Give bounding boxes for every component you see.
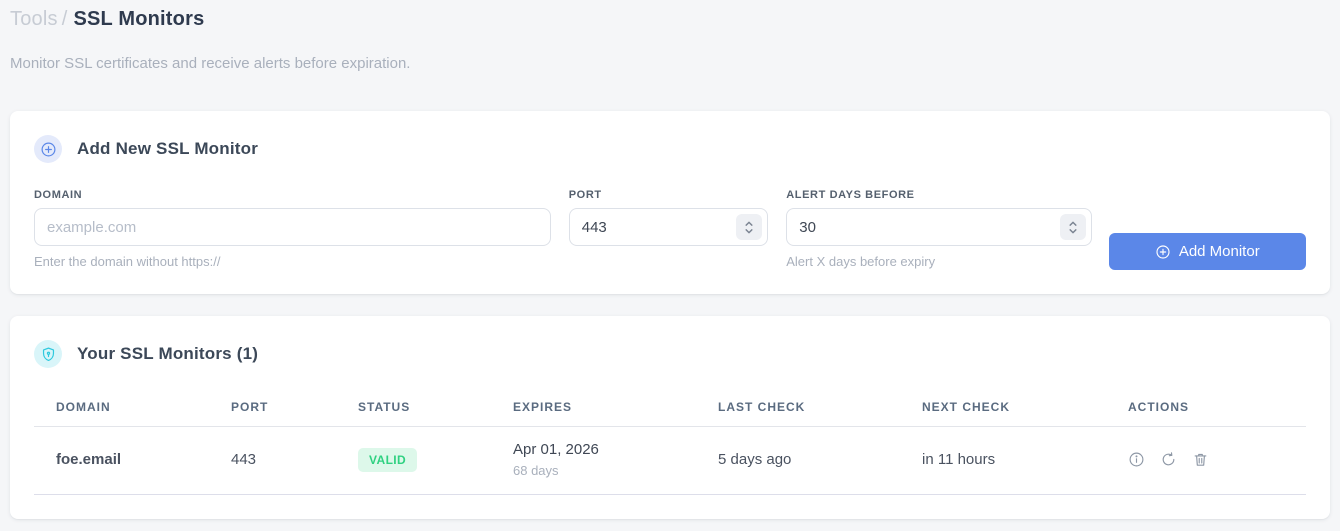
breadcrumb-tools-link[interactable]: Tools bbox=[10, 8, 58, 30]
header-domain: DOMAIN bbox=[34, 392, 209, 427]
header-status: STATUS bbox=[336, 392, 491, 427]
add-monitor-form: DOMAIN Enter the domain without https://… bbox=[34, 189, 1307, 270]
breadcrumb-separator: / bbox=[61, 8, 68, 30]
port-field-group: PORT bbox=[568, 189, 769, 246]
port-stepper[interactable] bbox=[736, 214, 763, 240]
table-row: foe.email 443 VALID Apr 01, 2026 68 days… bbox=[34, 426, 1306, 495]
chevron-up-down-icon bbox=[1068, 221, 1077, 233]
monitor-expires-date: Apr 01, 2026 bbox=[513, 441, 599, 458]
alert-days-stepper[interactable] bbox=[1059, 214, 1086, 240]
delete-button[interactable] bbox=[1192, 451, 1209, 468]
info-button[interactable] bbox=[1128, 451, 1145, 468]
port-label: PORT bbox=[568, 189, 602, 201]
add-monitor-card: Add New SSL Monitor DOMAIN Enter the dom… bbox=[10, 111, 1330, 294]
monitor-expires-days: 68 days bbox=[513, 463, 559, 478]
info-icon bbox=[1129, 452, 1144, 467]
alert-days-field-group: ALERT DAYS BEFORE Alert X days before ex… bbox=[786, 189, 1092, 269]
trash-icon bbox=[1194, 453, 1207, 466]
header-port: PORT bbox=[209, 392, 336, 427]
alert-days-input[interactable] bbox=[786, 208, 1092, 246]
status-badge: VALID bbox=[358, 447, 418, 472]
header-next-check: NEXT CHECK bbox=[900, 392, 1106, 427]
table-header-row: DOMAIN PORT STATUS EXPIRES LAST CHECK NE… bbox=[34, 392, 1306, 427]
monitors-card-header: Your SSL Monitors (1) bbox=[34, 340, 1306, 368]
header-last-check: LAST CHECK bbox=[696, 392, 900, 427]
page-subtitle: Monitor SSL certificates and receive ale… bbox=[10, 55, 411, 72]
monitor-domain: foe.email bbox=[34, 426, 209, 495]
domain-input[interactable] bbox=[34, 208, 551, 246]
refresh-icon bbox=[1162, 452, 1175, 466]
add-card-header: Add New SSL Monitor bbox=[34, 135, 1306, 163]
header-expires: EXPIRES bbox=[491, 392, 696, 427]
row-actions bbox=[1128, 451, 1298, 468]
domain-helper-text: Enter the domain without https:// bbox=[34, 254, 221, 269]
add-monitor-button-label: Add Monitor bbox=[1178, 243, 1260, 260]
header-actions: ACTIONS bbox=[1106, 392, 1306, 427]
ssl-monitors-page: Tools / SSL Monitors Monitor SSL certifica… bbox=[0, 0, 1340, 519]
alert-days-helper-text: Alert X days before expiry bbox=[786, 254, 936, 269]
shield-icon bbox=[34, 340, 62, 368]
add-monitor-button[interactable]: Add Monitor bbox=[1108, 233, 1307, 270]
chevron-up-down-icon bbox=[745, 221, 753, 233]
add-card-title: Add New SSL Monitor bbox=[77, 139, 259, 158]
breadcrumb: Tools / SSL Monitors bbox=[10, 8, 1330, 31]
monitors-table: DOMAIN PORT STATUS EXPIRES LAST CHECK NE… bbox=[34, 392, 1306, 495]
monitor-next-check: in 11 hours bbox=[900, 426, 1106, 495]
monitor-port: 443 bbox=[209, 426, 336, 495]
plus-circle-icon bbox=[1156, 244, 1170, 259]
monitors-list-card: Your SSL Monitors (1) DOMAIN PORT STATUS… bbox=[10, 316, 1330, 519]
monitor-last-check: 5 days ago bbox=[696, 426, 900, 495]
page-title: SSL Monitors bbox=[73, 8, 205, 30]
plus-circle-icon bbox=[34, 135, 62, 163]
refresh-button[interactable] bbox=[1160, 451, 1177, 468]
monitors-card-title: Your SSL Monitors (1) bbox=[77, 344, 259, 363]
domain-label: DOMAIN bbox=[34, 189, 83, 201]
alert-days-label: ALERT DAYS BEFORE bbox=[786, 189, 915, 201]
domain-field-group: DOMAIN Enter the domain without https:// bbox=[34, 189, 551, 269]
